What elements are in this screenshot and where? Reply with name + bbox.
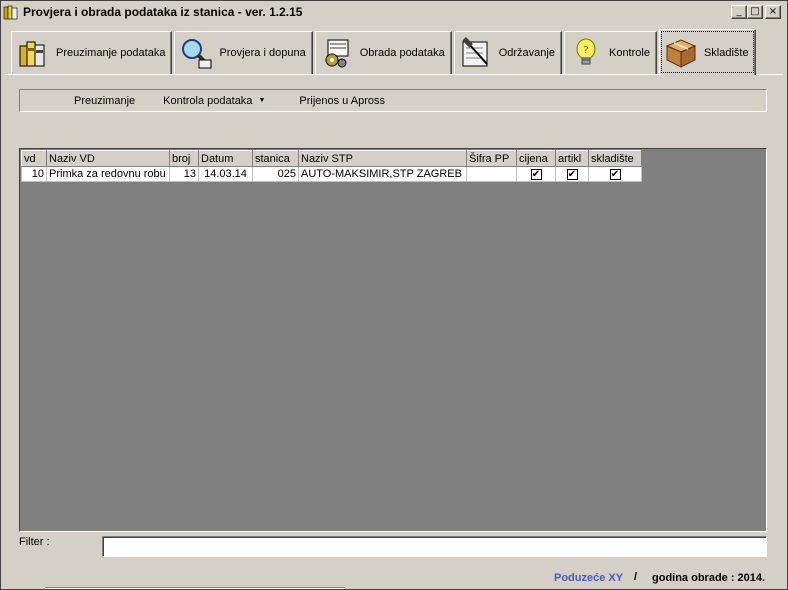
- checkbox-artikl[interactable]: ✔: [566, 169, 578, 180]
- tab-odrzavanje[interactable]: Održavanje: [453, 31, 562, 75]
- cell-broj[interactable]: 13: [169, 166, 199, 182]
- menu-kontrola-podataka[interactable]: Kontrola podataka ▼: [163, 95, 265, 107]
- status-separator: /: [634, 571, 638, 583]
- maximize-button[interactable]: □: [747, 5, 763, 19]
- window-controls: _ □ ×: [731, 5, 781, 19]
- checkbox-cijena[interactable]: ✔: [530, 169, 542, 180]
- tab-skladiste[interactable]: Skladište: [658, 29, 756, 75]
- tab-label: Preuzimanje podataka: [56, 47, 166, 59]
- cell-cijena[interactable]: ✔: [516, 166, 556, 182]
- box-icon: [664, 36, 698, 70]
- column-header-skladiste[interactable]: skladište: [588, 150, 642, 167]
- status-divider: [45, 587, 345, 589]
- column-header-cijena[interactable]: cijena: [516, 150, 556, 167]
- column-header-sifra-pp[interactable]: Šifra PP: [466, 150, 517, 167]
- action-menu-bar: Preuzimanje Kontrola podataka ▼ Prijenos …: [19, 89, 767, 112]
- tab-label: Održavanje: [498, 47, 555, 59]
- tab-label: Kontrole: [608, 47, 650, 59]
- gears-icon: [320, 36, 354, 70]
- cell-artikl[interactable]: ✔: [555, 166, 589, 182]
- tab-kontrole[interactable]: ? Kontrole: [563, 31, 657, 75]
- tab-strip: Preuzimanje podataka Provjera i dopuna O…: [11, 29, 758, 75]
- header-row: vd Naziv VD broj Datum stanica Naziv STP…: [21, 150, 642, 167]
- hammer-icon: [459, 36, 493, 70]
- tab-label: Skladište: [703, 46, 749, 59]
- status-year: godina obrade : 2014.: [652, 572, 766, 584]
- column-header-naziv-vd[interactable]: Naziv VD: [46, 150, 170, 167]
- tab-label: Obrada podataka: [359, 47, 445, 59]
- status-company: Poduzeće XY: [554, 572, 624, 584]
- data-grid[interactable]: vd Naziv VD broj Datum stanica Naziv STP…: [19, 148, 767, 532]
- column-header-broj[interactable]: broj: [169, 150, 199, 167]
- column-header-datum[interactable]: Datum: [198, 150, 253, 167]
- magnifier-icon: [179, 36, 213, 70]
- lightbulb-icon: ?: [569, 36, 603, 70]
- window-title: Provjera i obrada podataka iz stanica - …: [23, 5, 303, 19]
- column-header-stanica[interactable]: stanica: [252, 150, 299, 167]
- tab-label: Provjera i dopuna: [219, 47, 306, 59]
- table-row[interactable]: 10 Primka za redovnu robu 13 14.03.14 02…: [21, 166, 642, 182]
- cell-naziv-vd[interactable]: Primka za redovnu robu: [46, 166, 170, 182]
- minimize-button[interactable]: _: [731, 5, 747, 19]
- cell-vd[interactable]: 10: [21, 166, 47, 182]
- data-table: vd Naziv VD broj Datum stanica Naziv STP…: [21, 150, 642, 182]
- close-button[interactable]: ×: [765, 5, 781, 19]
- tab-obrada-podataka[interactable]: Obrada podataka: [314, 31, 452, 75]
- cell-naziv-stp[interactable]: AUTO-MAKSIMIR,STP ZAGREB: [298, 166, 467, 182]
- filter-label: Filter :: [19, 536, 50, 548]
- cell-datum[interactable]: 14.03.14: [198, 166, 253, 182]
- checkbox-skladiste[interactable]: ✔: [609, 169, 621, 180]
- tab-provjera-i-dopuna[interactable]: Provjera i dopuna: [174, 31, 313, 75]
- main-window: Provjera i obrada podataka iz stanica - …: [0, 0, 788, 590]
- menu-prijenos-u-apross[interactable]: Prijenos u Apross: [299, 95, 385, 107]
- chevron-down-icon: ▼: [258, 97, 266, 105]
- menu-label: Kontrola podataka: [163, 94, 253, 107]
- title-bar: Provjera i obrada podataka iz stanica - …: [1, 1, 787, 23]
- column-header-vd[interactable]: vd: [21, 150, 47, 167]
- column-header-artikl[interactable]: artikl: [555, 150, 589, 167]
- column-header-naziv-stp[interactable]: Naziv STP: [298, 150, 467, 167]
- app-icon: [3, 4, 19, 20]
- cell-skladiste[interactable]: ✔: [588, 166, 642, 182]
- cell-sifra-pp[interactable]: [466, 166, 517, 182]
- books-icon: [16, 36, 50, 70]
- svg-text:?: ?: [583, 45, 588, 56]
- tab-preuzimanje-podataka[interactable]: Preuzimanje podataka: [11, 31, 173, 75]
- cell-stanica[interactable]: 025: [252, 166, 299, 182]
- menu-preuzimanje[interactable]: Preuzimanje: [74, 95, 135, 107]
- filter-input[interactable]: [102, 536, 767, 557]
